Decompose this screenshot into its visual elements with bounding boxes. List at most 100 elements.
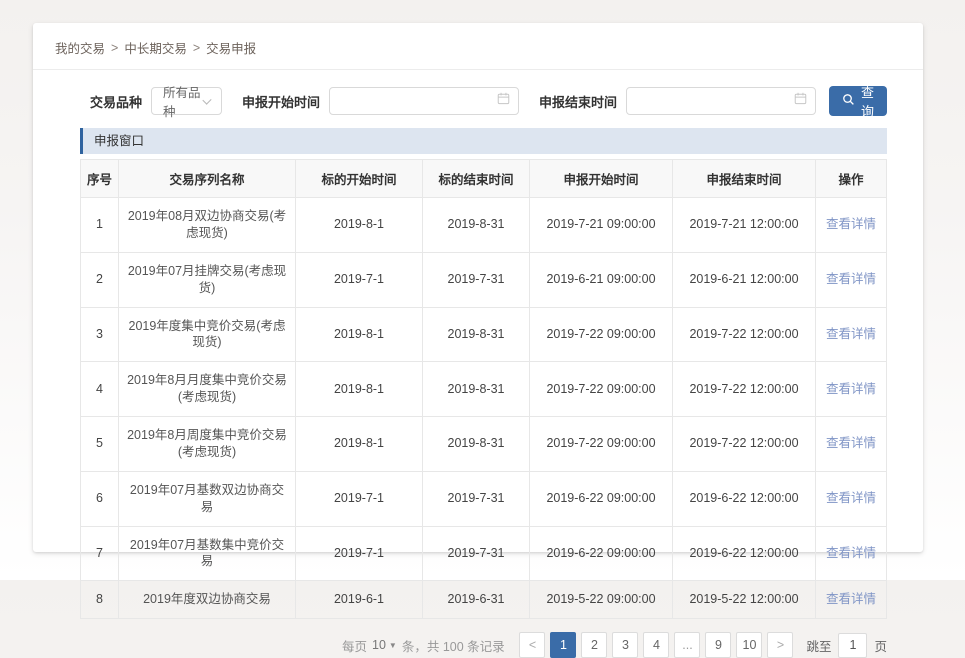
- calendar-icon[interactable]: [794, 92, 807, 110]
- per-page-value: 10: [372, 638, 386, 652]
- caret-down-icon: ▼: [389, 641, 397, 650]
- prev-page-button[interactable]: <: [519, 632, 545, 658]
- declare-end-input[interactable]: [629, 88, 794, 114]
- jump-suffix: 页: [874, 636, 887, 655]
- seq-cell: 4: [81, 362, 119, 417]
- table-row: 5 2019年8月周度集中竞价交易(考虑现货) 2019-8-1 2019-8-…: [81, 417, 887, 472]
- page-button-1[interactable]: 1: [550, 632, 576, 658]
- breadcrumb-item-trade-declare: 交易申报: [206, 38, 256, 57]
- series-name-cell: 2019年度双边协商交易: [119, 581, 296, 619]
- target-start-cell: 2019-7-1: [296, 252, 423, 307]
- main-content: 交易品种 所有品种 申报开始时间 申报结束时间: [33, 70, 923, 658]
- page-button-2[interactable]: 2: [581, 632, 607, 658]
- view-details-link[interactable]: 查看详情: [826, 327, 876, 341]
- view-details-link[interactable]: 查看详情: [826, 491, 876, 505]
- view-details-link[interactable]: 查看详情: [826, 592, 876, 606]
- target-start-cell: 2019-7-1: [296, 526, 423, 581]
- breadcrumb-item-my-trades[interactable]: 我的交易: [55, 38, 105, 57]
- breadcrumb: 我的交易 > 中长期交易 > 交易申报: [33, 23, 923, 70]
- table-header-row: 序号 交易序列名称 标的开始时间 标的结束时间 申报开始时间 申报结束时间 操作: [81, 160, 887, 198]
- target-start-cell: 2019-8-1: [296, 307, 423, 362]
- search-button[interactable]: 查询: [829, 86, 887, 116]
- declare-start-cell: 2019-7-22 09:00:00: [530, 417, 673, 472]
- declare-start-input[interactable]: [332, 88, 497, 114]
- seq-cell: 2: [81, 252, 119, 307]
- table-row: 1 2019年08月双边协商交易(考虑现货) 2019-8-1 2019-8-3…: [81, 198, 887, 253]
- target-start-cell: 2019-8-1: [296, 198, 423, 253]
- table-row: 8 2019年度双边协商交易 2019-6-1 2019-6-31 2019-5…: [81, 581, 887, 619]
- page-button-9[interactable]: 9: [705, 632, 731, 658]
- page-button-10[interactable]: 10: [736, 632, 762, 658]
- target-end-cell: 2019-7-31: [423, 526, 530, 581]
- target-start-cell: 2019-7-1: [296, 471, 423, 526]
- series-name-cell: 2019年8月月度集中竞价交易(考虑现货): [119, 362, 296, 417]
- section-title: 申报窗口: [94, 134, 144, 148]
- view-details-link[interactable]: 查看详情: [826, 272, 876, 286]
- product-type-selected-value: 所有品种: [163, 82, 204, 120]
- declare-start-cell: 2019-7-22 09:00:00: [530, 307, 673, 362]
- breadcrumb-separator: >: [111, 41, 118, 55]
- declare-start-cell: 2019-7-21 09:00:00: [530, 198, 673, 253]
- declare-start-cell: 2019-5-22 09:00:00: [530, 581, 673, 619]
- total-records-text: 条，共 100 条记录: [402, 636, 505, 655]
- seq-cell: 5: [81, 417, 119, 472]
- declaration-table: 序号 交易序列名称 标的开始时间 标的结束时间 申报开始时间 申报结束时间 操作…: [80, 159, 887, 619]
- declare-end-cell: 2019-6-21 12:00:00: [673, 252, 816, 307]
- page-size-control: 每页 10 ▼ 条，共 100 条记录: [342, 636, 505, 655]
- table-footer: 每页 10 ▼ 条，共 100 条记录 < 1 2 3 4 ... 9 10 >…: [80, 632, 887, 658]
- seq-cell: 8: [81, 581, 119, 619]
- declare-start-label: 申报开始时间: [242, 92, 320, 111]
- declare-end-cell: 2019-7-21 12:00:00: [673, 198, 816, 253]
- per-page-select[interactable]: 10 ▼: [372, 638, 397, 652]
- pager: < 1 2 3 4 ... 9 10 >: [519, 632, 793, 658]
- declare-end-label: 申报结束时间: [539, 92, 617, 111]
- table-row: 6 2019年07月基数双边协商交易 2019-7-1 2019-7-31 20…: [81, 471, 887, 526]
- breadcrumb-separator: >: [193, 41, 200, 55]
- series-name-cell: 2019年8月周度集中竞价交易(考虑现货): [119, 417, 296, 472]
- col-header-seq: 序号: [81, 160, 119, 198]
- search-button-label: 查询: [861, 82, 874, 120]
- col-header-declare-start: 申报开始时间: [530, 160, 673, 198]
- jump-page-input[interactable]: [838, 633, 867, 658]
- page-button-4[interactable]: 4: [643, 632, 669, 658]
- seq-cell: 6: [81, 471, 119, 526]
- table-row: 7 2019年07月基数集中竞价交易 2019-7-1 2019-7-31 20…: [81, 526, 887, 581]
- view-details-link[interactable]: 查看详情: [826, 546, 876, 560]
- product-type-select[interactable]: 所有品种: [151, 87, 222, 115]
- col-header-declare-end: 申报结束时间: [673, 160, 816, 198]
- target-end-cell: 2019-8-31: [423, 362, 530, 417]
- target-end-cell: 2019-7-31: [423, 471, 530, 526]
- section-header: 申报窗口: [80, 128, 887, 154]
- target-end-cell: 2019-6-31: [423, 581, 530, 619]
- content-card: 我的交易 > 中长期交易 > 交易申报 交易品种 所有品种 申报开始时间: [33, 23, 923, 552]
- declare-start-cell: 2019-6-21 09:00:00: [530, 252, 673, 307]
- seq-cell: 1: [81, 198, 119, 253]
- col-header-action: 操作: [816, 160, 887, 198]
- next-page-button[interactable]: >: [767, 632, 793, 658]
- calendar-icon[interactable]: [497, 92, 510, 110]
- page-ellipsis[interactable]: ...: [674, 632, 700, 658]
- filter-bar: 交易品种 所有品种 申报开始时间 申报结束时间: [90, 86, 887, 116]
- col-header-target-start: 标的开始时间: [296, 160, 423, 198]
- page-button-3[interactable]: 3: [612, 632, 638, 658]
- breadcrumb-item-mid-long-term[interactable]: 中长期交易: [124, 38, 187, 57]
- seq-cell: 3: [81, 307, 119, 362]
- target-start-cell: 2019-8-1: [296, 362, 423, 417]
- series-name-cell: 2019年07月基数双边协商交易: [119, 471, 296, 526]
- declare-end-cell: 2019-5-22 12:00:00: [673, 581, 816, 619]
- target-end-cell: 2019-7-31: [423, 252, 530, 307]
- col-header-series-name: 交易序列名称: [119, 160, 296, 198]
- series-name-cell: 2019年度集中竞价交易(考虑现货): [119, 307, 296, 362]
- declare-end-cell: 2019-7-22 12:00:00: [673, 307, 816, 362]
- target-start-cell: 2019-8-1: [296, 417, 423, 472]
- declare-start-cell: 2019-6-22 09:00:00: [530, 471, 673, 526]
- series-name-cell: 2019年07月挂牌交易(考虑现货): [119, 252, 296, 307]
- table-row: 2 2019年07月挂牌交易(考虑现货) 2019-7-1 2019-7-31 …: [81, 252, 887, 307]
- seq-cell: 7: [81, 526, 119, 581]
- col-header-target-end: 标的结束时间: [423, 160, 530, 198]
- series-name-cell: 2019年07月基数集中竞价交易: [119, 526, 296, 581]
- view-details-link[interactable]: 查看详情: [826, 382, 876, 396]
- declare-end-cell: 2019-6-22 12:00:00: [673, 526, 816, 581]
- view-details-link[interactable]: 查看详情: [826, 217, 876, 231]
- view-details-link[interactable]: 查看详情: [826, 436, 876, 450]
